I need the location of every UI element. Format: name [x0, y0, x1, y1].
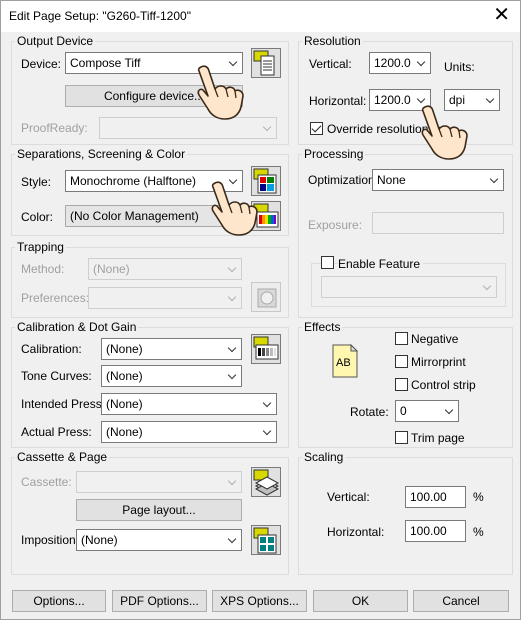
pointing-hand-icon	[197, 65, 244, 120]
group-label: Scaling	[302, 450, 346, 464]
preferences-label: Preferences:	[21, 291, 90, 305]
imposition-label: Imposition:	[21, 533, 80, 547]
ab-icon-text: AB	[336, 357, 351, 369]
control-strip-label: Control strip	[411, 378, 476, 392]
imposition-grid-icon	[253, 527, 277, 554]
trim-page-checkbox[interactable]	[395, 431, 408, 444]
group-label: Resolution	[302, 34, 363, 48]
cassette-label: Cassette:	[21, 475, 72, 489]
optimization-select[interactable]: None	[372, 169, 504, 191]
cancel-button[interactable]: Cancel	[413, 590, 509, 612]
group-label: Trapping	[15, 240, 66, 254]
exposure-label: Exposure:	[308, 218, 363, 232]
enable-feature-label: Enable Feature	[338, 257, 424, 271]
pdf-options-button[interactable]: PDF Options...	[112, 590, 207, 612]
scaling-horizontal-unit: %	[473, 525, 484, 539]
proofready-label: ProofReady:	[21, 121, 88, 135]
calibration-select[interactable]: (None)	[101, 338, 242, 360]
tone-curves-label: Tone Curves:	[21, 369, 92, 383]
rotate-label: Rotate:	[350, 405, 389, 419]
options-button[interactable]: Options...	[12, 590, 106, 612]
scaling-horizontal-label: Horizontal:	[327, 525, 385, 539]
calibration-icon	[253, 336, 279, 360]
page-layout-button[interactable]: Page layout...	[76, 499, 242, 521]
horizontal-resolution-label: Horizontal:	[309, 94, 367, 108]
cassette-select[interactable]	[76, 471, 242, 493]
negative-label: Negative	[411, 332, 459, 346]
pointing-hand-icon	[211, 181, 258, 236]
vertical-resolution-select[interactable]: 1200.0	[369, 52, 431, 74]
ab-page-icon: AB	[332, 343, 359, 378]
group-label: Separations, Screening & Color	[15, 147, 188, 161]
scaling-vertical-label: Vertical:	[327, 490, 370, 504]
intended-press-select[interactable]: (None)	[101, 393, 277, 415]
color-label: Color:	[21, 210, 54, 224]
control-strip-checkbox[interactable]	[395, 378, 408, 391]
tone-curves-select[interactable]: (None)	[101, 365, 242, 387]
optimization-label: Optimization:	[308, 173, 379, 187]
proofready-select[interactable]	[99, 117, 277, 139]
paper-stack-icon	[253, 469, 280, 496]
feature-select[interactable]	[321, 276, 497, 298]
group-label: Calibration & Dot Gain	[15, 320, 139, 334]
scaling-horizontal-input[interactable]: 100.00	[405, 520, 466, 542]
trim-page-label: Trim page	[411, 431, 465, 445]
cassette-properties-button[interactable]	[251, 467, 281, 497]
calibration-label: Calibration:	[21, 342, 82, 356]
group-label: Processing	[302, 147, 366, 161]
trapping-icon	[257, 288, 277, 308]
method-label: Method:	[21, 262, 65, 276]
style-label: Style:	[21, 175, 52, 189]
window-title: Edit Page Setup: "G260-Tiff-1200"	[9, 9, 191, 23]
override-resolution-checkbox[interactable]	[310, 122, 323, 135]
rotate-select[interactable]: 0	[395, 400, 459, 422]
actual-press-label: Actual Press:	[21, 425, 92, 439]
device-properties-button[interactable]	[251, 48, 281, 78]
imposition-select[interactable]: (None)	[76, 529, 242, 551]
calibration-properties-button[interactable]	[251, 334, 281, 364]
exposure-input[interactable]	[372, 212, 504, 234]
mirrorprint-checkbox[interactable]	[395, 355, 408, 368]
negative-checkbox[interactable]	[395, 332, 408, 345]
group-label: Cassette & Page	[15, 450, 110, 464]
imposition-properties-button[interactable]	[251, 525, 281, 555]
intended-press-label: Intended Press:	[21, 397, 106, 411]
group-label: Effects	[302, 320, 343, 334]
units-label: Units:	[444, 60, 475, 74]
title-bar: Edit Page Setup: "G260-Tiff-1200" ✕	[1, 1, 520, 32]
trapping-properties-button[interactable]	[251, 282, 281, 312]
scaling-vertical-unit: %	[473, 490, 484, 504]
xps-options-button[interactable]: XPS Options...	[212, 590, 307, 612]
ok-button[interactable]: OK	[313, 590, 408, 612]
document-icon	[253, 50, 275, 76]
preferences-select[interactable]	[88, 287, 242, 309]
device-label: Device:	[21, 57, 62, 71]
pointing-hand-icon	[421, 105, 468, 160]
scaling-group: Scaling	[298, 450, 513, 575]
group-label: Output Device	[15, 34, 96, 48]
method-select[interactable]: (None)	[88, 258, 242, 280]
enable-feature-checkbox[interactable]	[321, 256, 334, 269]
mirrorprint-label: Mirrorprint	[411, 355, 466, 369]
scaling-vertical-input[interactable]: 100.00	[405, 486, 466, 508]
vertical-resolution-label: Vertical:	[309, 57, 352, 71]
edit-page-setup-dialog: Edit Page Setup: "G260-Tiff-1200" ✕ Outp…	[0, 0, 521, 620]
close-icon[interactable]: ✕	[493, 4, 510, 26]
actual-press-select[interactable]: (None)	[101, 421, 277, 443]
